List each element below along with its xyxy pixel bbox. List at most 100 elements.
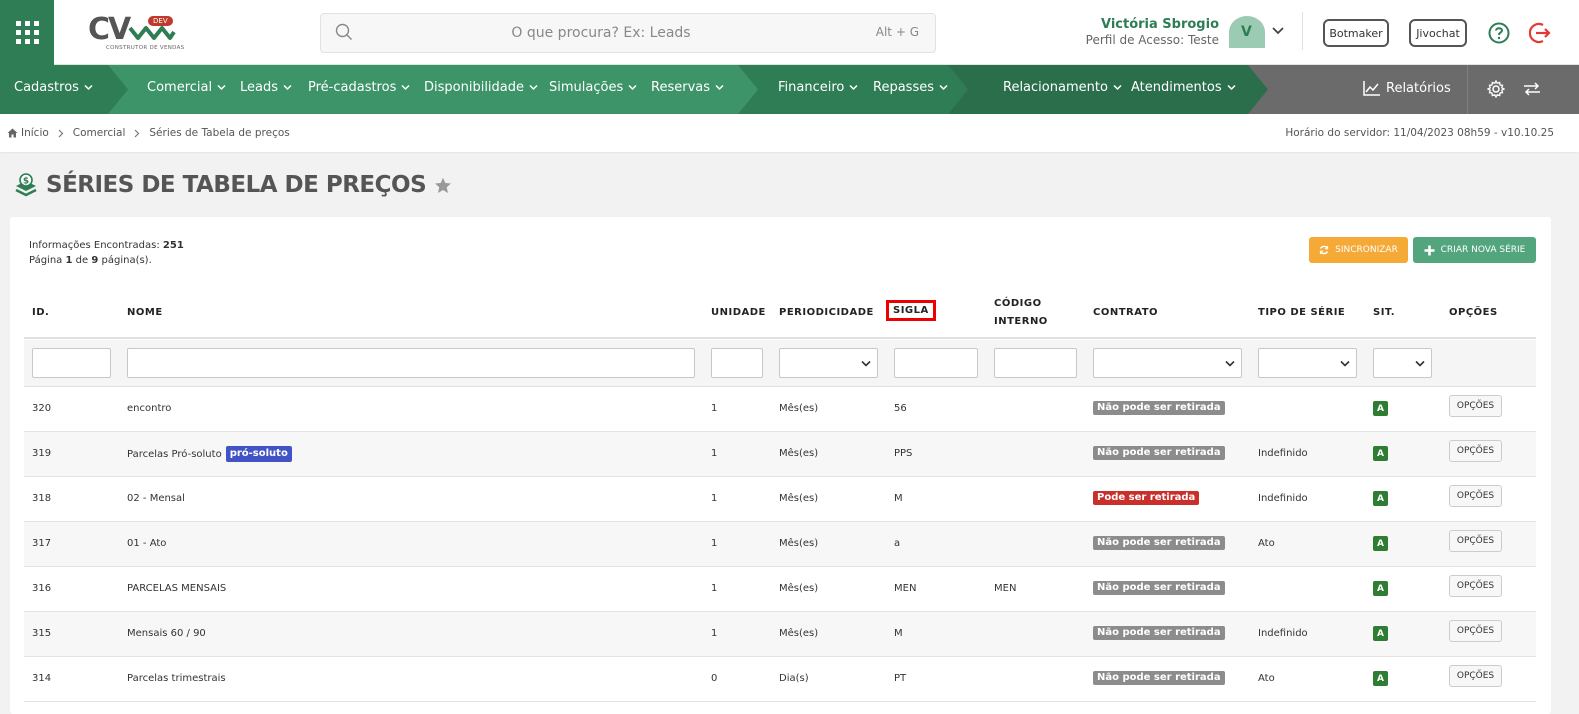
breadcrumb: Início Comercial Séries de Tabela de pre…	[7, 127, 290, 139]
options-button[interactable]: OPÇÕES	[1449, 440, 1502, 462]
logout-icon[interactable]	[1529, 21, 1551, 45]
star-icon[interactable]	[434, 177, 452, 194]
gear-icon[interactable]	[1487, 80, 1505, 98]
swap-arrows-icon[interactable]	[1523, 82, 1541, 96]
filter-unidade-input[interactable]	[711, 348, 763, 378]
cell-periodicidade: Dia(s)	[779, 673, 809, 684]
cell-id: 319	[32, 448, 52, 459]
logo[interactable]: CV DEV CONSTRUTOR DE VENDAS	[86, 12, 184, 54]
col-header-unidade[interactable]: UNIDADE	[711, 304, 766, 322]
col-header-tipo-serie[interactable]: TIPO DE SÉRIE	[1258, 304, 1345, 322]
nav-item-cadastros[interactable]: Cadastros	[14, 80, 93, 95]
user-info[interactable]: Victória Sbrogio Perfil de Acesso: Teste	[1086, 17, 1219, 48]
filter-nome-input[interactable]	[127, 348, 695, 378]
home-icon	[7, 128, 18, 138]
status-badge: A	[1373, 536, 1388, 551]
nav-item-relatorios[interactable]: Relatórios	[1363, 80, 1451, 96]
table-row[interactable]: 318 02 - Mensal 1 Mês(es) M Pode ser ret…	[24, 477, 1536, 522]
cell-nome-text: Parcelas Pró-soluto	[127, 449, 222, 460]
cell-nome: Parcelas trimestrais	[127, 673, 226, 684]
jivochat-button[interactable]: Jivochat	[1409, 19, 1467, 47]
options-button[interactable]: OPÇÕES	[1449, 395, 1502, 417]
nav-item-pre-cadastros[interactable]: Pré-cadastros	[308, 80, 410, 95]
cell-nome: encontro	[127, 403, 172, 414]
nav-item-label: Cadastros	[14, 80, 79, 95]
nav-item-reservas[interactable]: Reservas	[651, 80, 724, 95]
nav-item-repasses[interactable]: Repasses	[873, 80, 948, 95]
breadcrumb-home[interactable]: Início	[7, 127, 49, 139]
breadcrumb-current: Séries de Tabela de preços	[149, 127, 290, 139]
main-nav: Cadastros Comercial Leads Pré-cadastros …	[0, 65, 1579, 114]
status-badge: A	[1373, 401, 1388, 416]
botmaker-button[interactable]: Botmaker	[1323, 19, 1389, 47]
page-suffix: página(s).	[101, 255, 152, 266]
options-button[interactable]: OPÇÕES	[1449, 620, 1502, 642]
avatar-initial: V	[1241, 24, 1252, 40]
cell-periodicidade: Mês(es)	[779, 628, 819, 639]
nav-item-financeiro[interactable]: Financeiro	[778, 80, 858, 95]
col-header-codigo-interno[interactable]: CÓDIGO INTERNO	[994, 295, 1048, 331]
results-count-value: 251	[162, 240, 184, 251]
table-row[interactable]: 315 Mensais 60 / 90 1 Mês(es) M Não pode…	[24, 612, 1536, 657]
cell-id: 320	[32, 403, 52, 414]
help-icon[interactable]	[1488, 22, 1510, 44]
cell-unidade: 1	[711, 448, 718, 459]
breadcrumb-comercial[interactable]: Comercial	[73, 127, 126, 139]
options-button[interactable]: OPÇÕES	[1449, 485, 1502, 507]
table-row[interactable]: 320 encontro 1 Mês(es) 56 Não pode ser r…	[24, 387, 1536, 432]
search-input[interactable]	[361, 20, 841, 46]
avatar[interactable]: V	[1229, 16, 1265, 48]
sync-button[interactable]: SINCRONIZAR	[1309, 237, 1408, 263]
nav-item-atendimentos[interactable]: Atendimentos	[1131, 80, 1236, 95]
nav-item-label: Reservas	[651, 80, 710, 95]
col-header-sit[interactable]: SIT.	[1373, 304, 1395, 322]
filter-tipo-select[interactable]	[1258, 348, 1357, 378]
col-header-sigla[interactable]: SIGLA	[886, 300, 936, 321]
nav-item-comercial[interactable]: Comercial	[147, 80, 226, 95]
chevron-down-icon	[283, 84, 292, 91]
chevron-down-icon[interactable]	[1272, 26, 1284, 36]
search-shortcut-hint: Alt + G	[875, 25, 919, 39]
col-header-contrato[interactable]: CONTRATO	[1093, 304, 1158, 322]
table-row[interactable]: 316 PARCELAS MENSAIS 1 Mês(es) MEN MEN N…	[24, 567, 1536, 612]
create-series-button[interactable]: CRIAR NOVA SÉRIE	[1413, 237, 1536, 263]
page-prefix: Página	[29, 255, 63, 266]
contract-badge: Não pode ser retirada	[1093, 446, 1225, 460]
chevron-down-icon	[1113, 84, 1122, 91]
filter-sit-select[interactable]	[1373, 348, 1432, 378]
nav-item-disponibilidade[interactable]: Disponibilidade	[424, 80, 538, 95]
options-button[interactable]: OPÇÕES	[1449, 665, 1502, 687]
filter-id-input[interactable]	[32, 348, 111, 378]
chevron-down-icon	[529, 84, 538, 91]
filter-contrato-select[interactable]	[1093, 348, 1242, 378]
table-row[interactable]: 317 01 - Ato 1 Mês(es) a Não pode ser re…	[24, 522, 1536, 567]
refresh-icon	[1320, 245, 1329, 255]
table-row[interactable]: 319 Parcelas Pró-soluto pró-soluto 1 Mês(…	[24, 432, 1536, 477]
contract-badge: Não pode ser retirada	[1093, 581, 1225, 595]
cell-id: 316	[32, 583, 52, 594]
filter-sigla-input[interactable]	[894, 348, 978, 378]
col-header-codigo-line1: CÓDIGO	[994, 298, 1042, 309]
table-row[interactable]: 314 Parcelas trimestrais 0 Dia(s) PT Não…	[24, 657, 1536, 702]
filter-codigo-input[interactable]	[994, 348, 1077, 378]
nav-item-relacionamento[interactable]: Relacionamento	[1003, 80, 1122, 95]
cell-periodicidade: Mês(es)	[779, 538, 819, 549]
col-header-periodicidade[interactable]: PERIODICIDADE	[779, 304, 874, 322]
options-button[interactable]: OPÇÕES	[1449, 530, 1502, 552]
filter-periodicidade-select[interactable]	[779, 348, 878, 378]
nav-item-simulacoes[interactable]: Simulações	[549, 80, 637, 95]
col-header-nome[interactable]: NOME	[127, 304, 163, 322]
options-button[interactable]: OPÇÕES	[1449, 575, 1502, 597]
svg-text:$: $	[23, 177, 29, 187]
chevron-down-icon	[1415, 360, 1425, 367]
col-header-opcoes: OPÇÕES	[1449, 307, 1498, 318]
apps-menu-button[interactable]	[0, 0, 54, 65]
cell-nome: PARCELAS MENSAIS	[127, 583, 227, 594]
results-info: Informações Encontradas: 251 Página 1 de…	[29, 238, 184, 268]
pagination-info: Página 1 de 9 página(s).	[29, 253, 184, 268]
nav-item-leads[interactable]: Leads	[240, 80, 292, 95]
col-header-id[interactable]: ID.	[32, 304, 49, 322]
cell-periodicidade: Mês(es)	[779, 403, 819, 414]
contract-badge: Não pode ser retirada	[1093, 671, 1225, 685]
logo-dev-badge: DEV	[148, 16, 173, 26]
